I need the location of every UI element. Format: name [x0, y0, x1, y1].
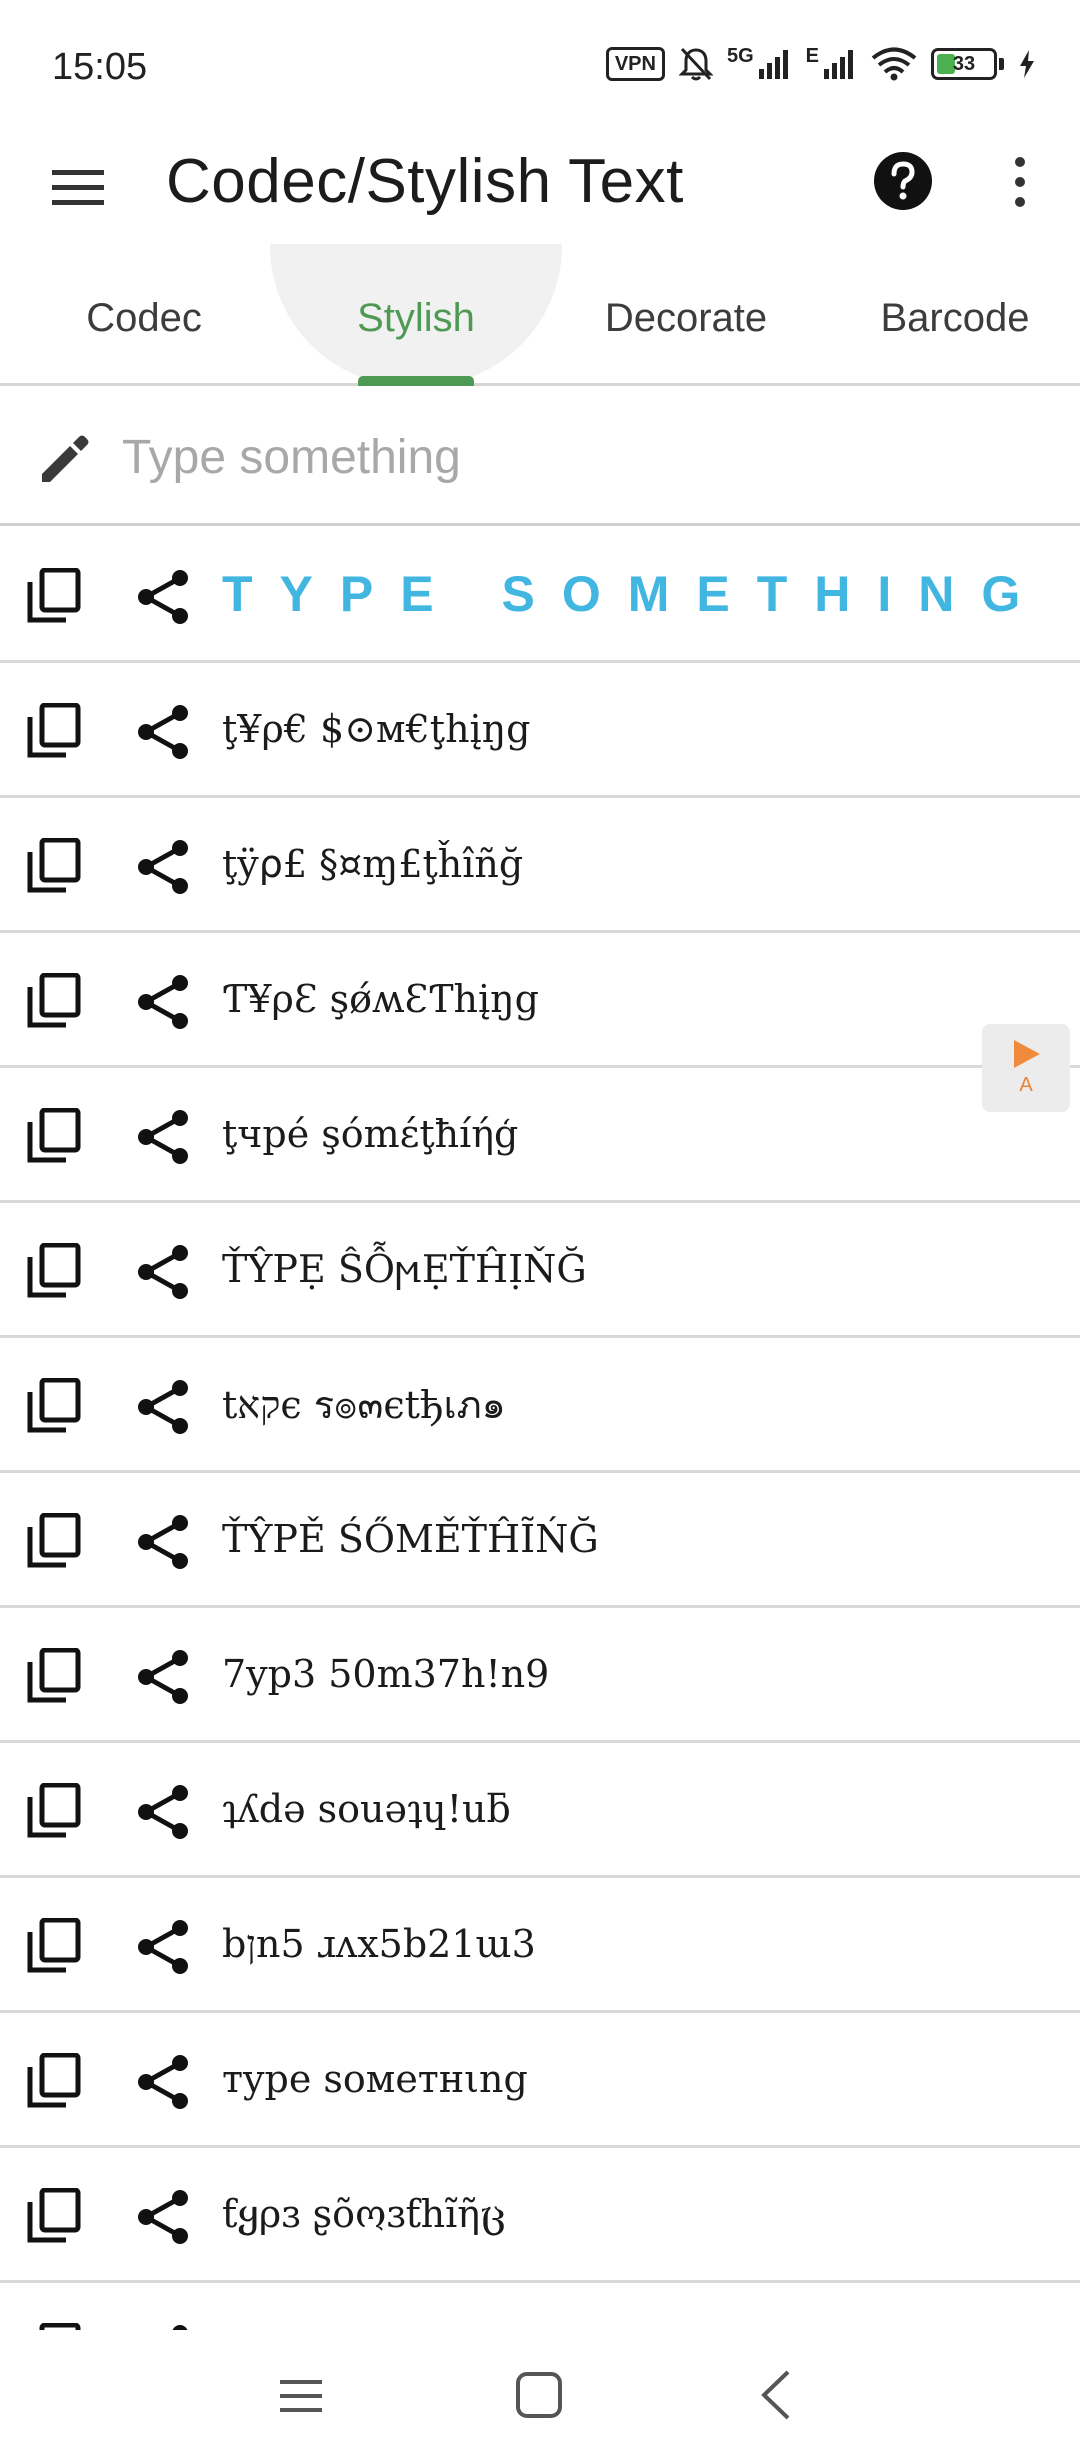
- list-item[interactable]: tקאє ร๏๓єtђเภ๑: [0, 1338, 1080, 1473]
- signal-icon: [758, 50, 788, 79]
- copy-icon[interactable]: [26, 568, 82, 624]
- styled-text: 7yp3 50m37h!n9: [222, 1652, 550, 1696]
- help-circle-icon[interactable]: [872, 150, 934, 212]
- copy-icon[interactable]: [26, 973, 82, 1029]
- list-item[interactable]: bןn5 ɹʌx5b21ɯ3: [0, 1878, 1080, 2013]
- share-icon[interactable]: [134, 838, 192, 896]
- share-icon[interactable]: [134, 1648, 192, 1706]
- tab-codec[interactable]: Codec: [0, 250, 288, 386]
- copy-icon[interactable]: [26, 703, 82, 759]
- styled-text: Ƭ¥ρƐ şǿʍƐƬhįŋg: [222, 977, 539, 1021]
- list-item[interactable]: тype ѕoмeтнιng: [0, 2013, 1080, 2148]
- copy-icon[interactable]: [26, 1918, 82, 1974]
- copy-icon[interactable]: [26, 2053, 82, 2109]
- copy-icon[interactable]: [26, 1783, 82, 1839]
- floating-ad-button[interactable]: A: [982, 1024, 1070, 1112]
- share-icon[interactable]: [134, 1513, 192, 1571]
- styled-text-list[interactable]: TYPE SOMETHING ţ¥ρ€ $⊙м€ţhįŋg ţÿ⍴£ §¤ɱ£ţ…: [0, 528, 1080, 2330]
- list-item[interactable]: ţÿ⍴£ §¤ɱ£ţȟîñğ: [0, 798, 1080, 933]
- styled-text: ŤŶPĚ ŚŐMĚŤĤĨŃĞ: [222, 1517, 599, 1561]
- share-icon[interactable]: [134, 568, 192, 626]
- list-item-partial[interactable]: [0, 2283, 1080, 2330]
- battery-level: 33: [952, 52, 976, 75]
- share-icon[interactable]: [134, 1918, 192, 1976]
- home-icon[interactable]: [514, 2370, 564, 2420]
- share-icon[interactable]: [134, 1243, 192, 1301]
- copy-icon[interactable]: [26, 2323, 82, 2330]
- share-icon[interactable]: [134, 973, 192, 1031]
- bell-off-icon: [678, 47, 713, 81]
- hamburger-menu-icon[interactable]: [48, 158, 108, 218]
- text-input[interactable]: [122, 412, 1042, 502]
- list-item[interactable]: ʇʎdə souəʇɥ!uƃ: [0, 1743, 1080, 1878]
- share-icon[interactable]: [134, 1108, 192, 1166]
- wifi-icon: [871, 47, 917, 81]
- copy-icon[interactable]: [26, 1378, 82, 1434]
- system-navigation-bar: [0, 2330, 1080, 2460]
- charging-icon: [1020, 50, 1034, 78]
- copy-icon[interactable]: [26, 838, 82, 894]
- styled-text: tקאє ร๏๓єtђเภ๑: [222, 1382, 506, 1427]
- app-bar: Codec/Stylish Text: [0, 130, 1080, 250]
- status-time: 15:05: [52, 46, 148, 88]
- status-bar: 15:05 VPN 5G E 33: [0, 0, 1080, 130]
- styled-text: ʇʎdə souəʇɥ!uƃ: [222, 1787, 511, 1831]
- list-item[interactable]: Ƭ¥ρƐ şǿʍƐƬhįŋg: [0, 933, 1080, 1068]
- battery-cap: [999, 58, 1004, 70]
- share-icon[interactable]: [134, 1378, 192, 1436]
- vpn-badge: VPN: [605, 47, 665, 81]
- tab-stylish[interactable]: Stylish: [270, 250, 562, 386]
- tab-bar: Codec Stylish Decorate Barcode: [0, 244, 1080, 386]
- styled-text: ţÿ⍴£ §¤ɱ£ţȟîñğ: [222, 842, 524, 886]
- signal-icon-2: [824, 50, 853, 79]
- styled-text: ţ¥ρ€ $⊙м€ţhįŋg: [222, 707, 531, 751]
- list-item[interactable]: ŤŶPĚ ŚŐMĚŤĤĨŃĞ: [0, 1473, 1080, 1608]
- tab-barcode[interactable]: Barcode: [820, 250, 1080, 386]
- page-title: Codec/Stylish Text: [166, 147, 684, 216]
- tab-decorate[interactable]: Decorate: [546, 250, 826, 386]
- copy-icon[interactable]: [26, 1648, 82, 1704]
- share-icon[interactable]: [134, 2053, 192, 2111]
- list-item[interactable]: ƭყρɜ ʂõოɜƭհĩῆც: [0, 2148, 1080, 2283]
- floating-ad-label: A: [1019, 1074, 1033, 1096]
- network-label-e: E: [805, 44, 819, 67]
- more-vertical-icon[interactable]: [1000, 152, 1040, 212]
- share-icon[interactable]: [134, 2188, 192, 2246]
- back-icon[interactable]: [756, 2368, 796, 2422]
- share-icon[interactable]: [134, 2323, 192, 2330]
- copy-icon[interactable]: [26, 1243, 82, 1299]
- battery-icon: 33: [931, 48, 997, 80]
- pencil-icon: [42, 435, 89, 482]
- recents-icon[interactable]: [278, 2374, 324, 2418]
- list-item[interactable]: TYPE SOMETHING: [0, 528, 1080, 663]
- list-item[interactable]: ţ¥ρ€ $⊙м€ţhįŋg: [0, 663, 1080, 798]
- styled-text: ţчpé şómέţħíήģ: [222, 1112, 519, 1156]
- list-item[interactable]: ţчpé şómέţħíήģ: [0, 1068, 1080, 1203]
- styled-text: тype ѕoмeтнιng: [222, 2057, 528, 2101]
- share-icon[interactable]: [134, 1783, 192, 1841]
- copy-icon[interactable]: [26, 2188, 82, 2244]
- status-icons: VPN 5G E 33: [605, 44, 1036, 82]
- copy-icon[interactable]: [26, 1108, 82, 1164]
- styled-text: ŤŶPẸ ŜỖϻẸŤĤỊŇĞ: [222, 1247, 587, 1291]
- copy-icon[interactable]: [26, 1513, 82, 1569]
- input-row: [0, 388, 1080, 526]
- list-item[interactable]: 7yp3 50m37h!n9: [0, 1608, 1080, 1743]
- share-icon[interactable]: [134, 703, 192, 761]
- network-label-5g: 5G: [726, 44, 754, 67]
- play-icon: [1014, 1040, 1040, 1068]
- list-item[interactable]: ŤŶPẸ ŜỖϻẸŤĤỊŇĞ: [0, 1203, 1080, 1338]
- styled-text: ƭყρɜ ʂõოɜƭհĩῆც: [222, 2192, 506, 2236]
- styled-text: bןn5 ɹʌx5b21ɯ3: [222, 1921, 536, 1966]
- styled-text: TYPE SOMETHING: [222, 566, 1048, 622]
- active-tab-indicator: [358, 376, 474, 386]
